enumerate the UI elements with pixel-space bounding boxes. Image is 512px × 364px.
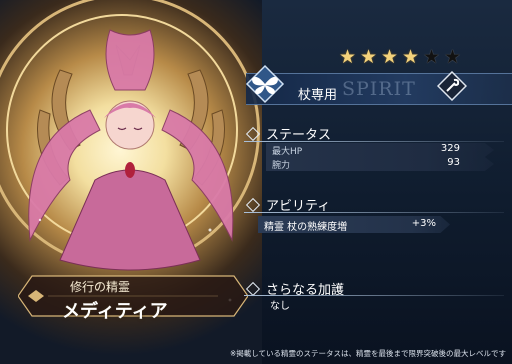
character-subtitle: 修行の精霊: [70, 280, 131, 294]
ability-row: 精霊 杖の熟練度増 +3%: [258, 216, 450, 233]
star-filled-icon: ★: [338, 46, 357, 68]
stat-row: 最大HP 329: [266, 143, 494, 157]
divider: [244, 141, 504, 142]
bonus-value: なし: [270, 301, 290, 312]
staff-class-icon: [437, 71, 467, 101]
spirit-detail-screen: 修行の精霊 メディティア ★ ★ ★ ★ ★ ★ 杖専用 SPIRIT ステータ…: [0, 0, 512, 364]
butterfly-icon: [245, 64, 285, 104]
info-panel: ★ ★ ★ ★ ★ ★ 杖専用 SPIRIT ステータス 最大HP 329 腕力…: [222, 0, 512, 364]
stat-name: 最大HP: [272, 147, 303, 157]
star-filled-icon: ★: [380, 46, 399, 68]
footnote: ※掲載している精霊のステータスは、精霊を最後まで限界突破後の最大レベルです: [229, 349, 506, 358]
rarity-stars: ★ ★ ★ ★ ★ ★: [338, 48, 462, 67]
stat-name: 腕力: [272, 161, 291, 171]
ability-value: +3%: [411, 218, 436, 229]
divider: [244, 212, 504, 213]
star-empty-icon: ★: [422, 46, 441, 68]
stat-row: 腕力 93: [266, 157, 494, 171]
diamond-bullet-icon: [245, 281, 261, 296]
star-empty-icon: ★: [443, 46, 462, 68]
star-filled-icon: ★: [359, 46, 378, 68]
ability-name: 精霊 杖の熟練度増: [264, 222, 348, 233]
star-filled-icon: ★: [401, 46, 420, 68]
diamond-bullet-icon: [245, 126, 261, 141]
stat-value: 329: [440, 143, 460, 154]
character-name: メディティア: [62, 301, 168, 322]
divider: [244, 295, 504, 296]
stat-value: 93: [447, 157, 460, 168]
diamond-bullet-icon: [245, 197, 261, 212]
weapon-restriction-label: 杖専用: [298, 88, 338, 103]
spirit-watermark: SPIRIT: [342, 78, 416, 100]
